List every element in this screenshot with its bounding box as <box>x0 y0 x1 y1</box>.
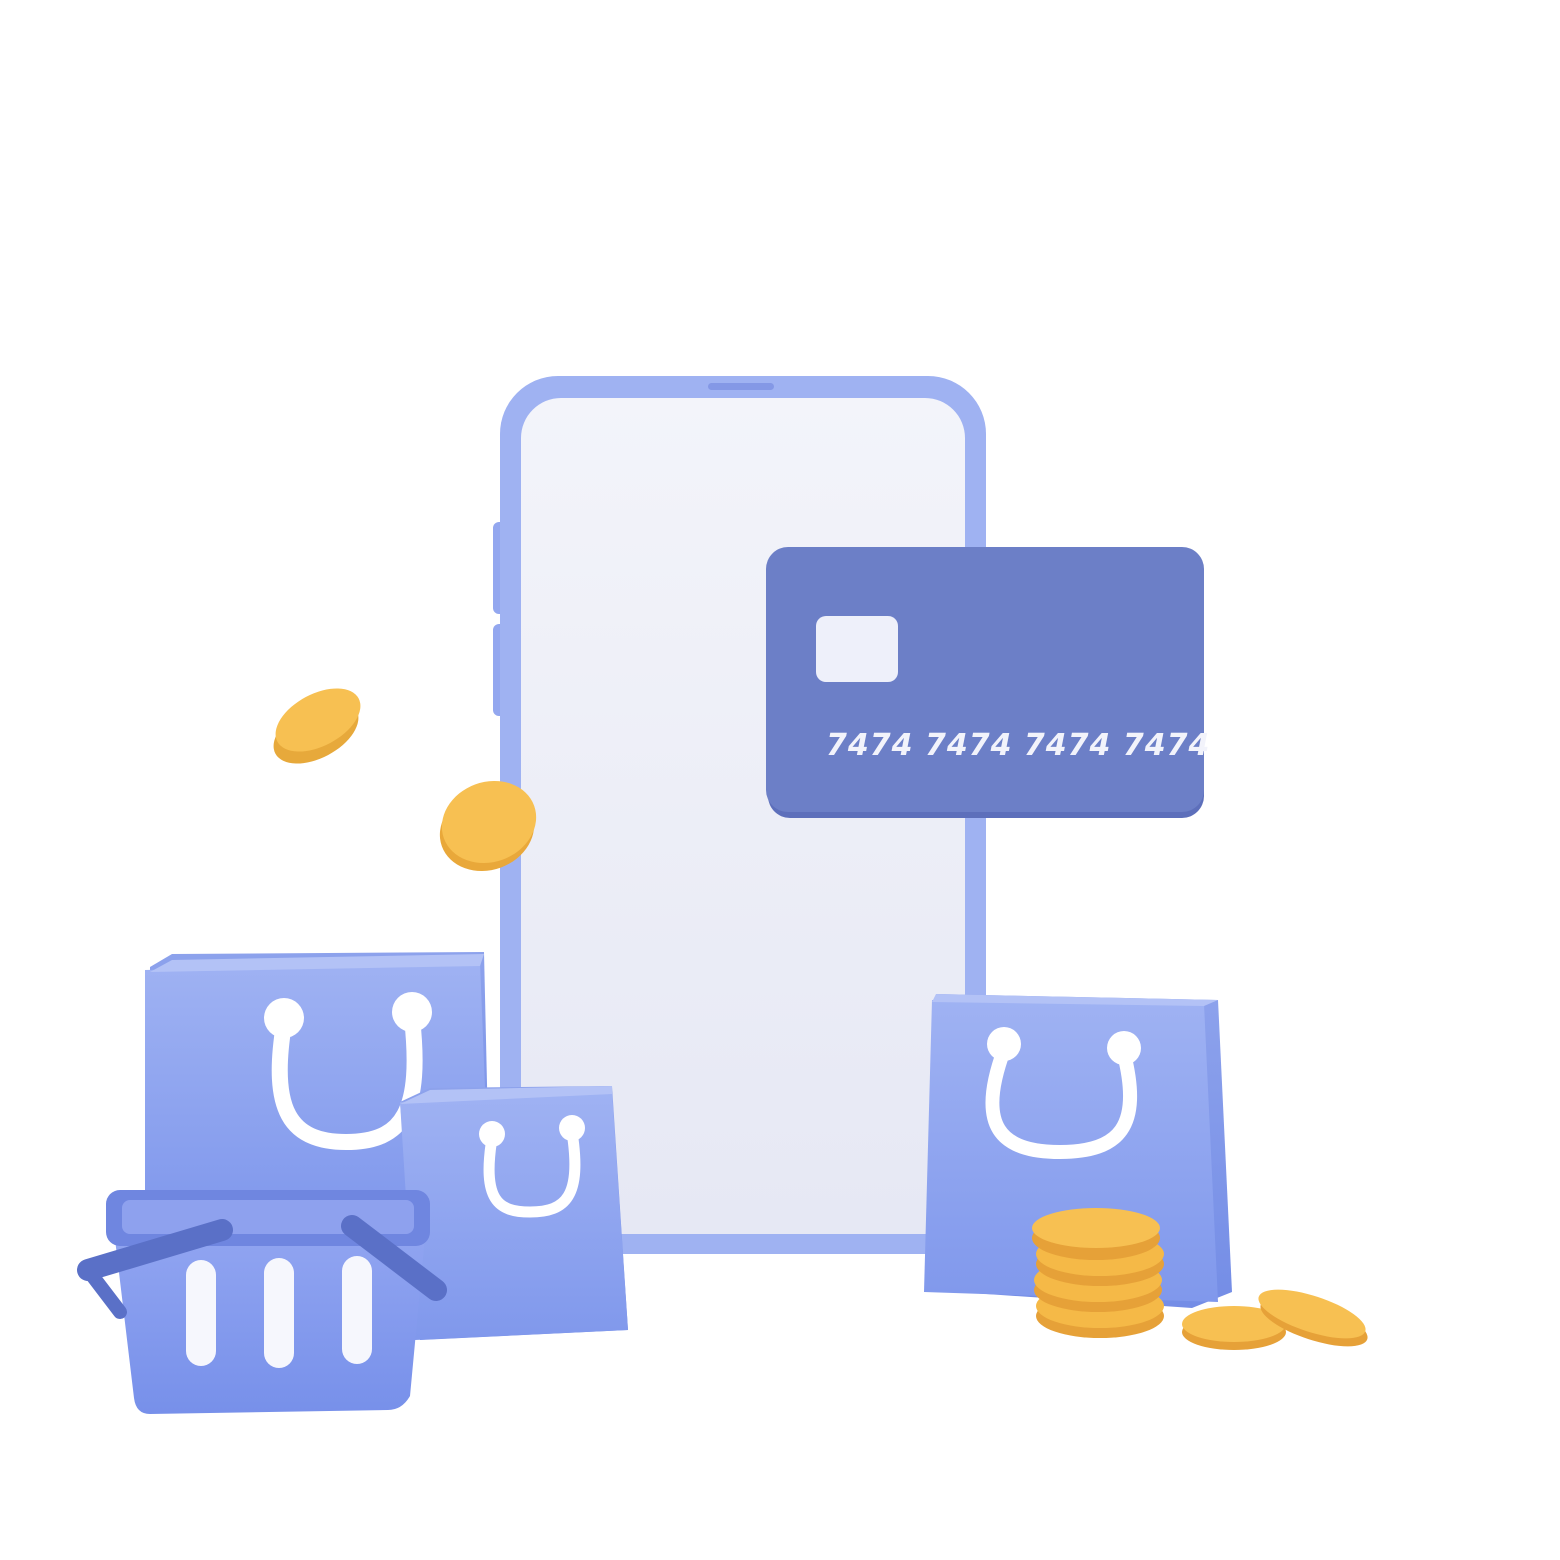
shopping-basket <box>77 1190 447 1414</box>
basket-slot <box>186 1260 216 1366</box>
shopping-bag-small <box>400 1086 628 1340</box>
basket-slot <box>342 1256 372 1364</box>
coin-stack <box>1032 1208 1164 1338</box>
card-number: 7474 7474 7474 7474 <box>826 728 1211 763</box>
coin-loose-2 <box>1258 1289 1368 1347</box>
basket-slot <box>264 1258 294 1368</box>
phone-speaker <box>708 383 774 390</box>
coin-floating-1 <box>273 688 361 764</box>
credit-card <box>766 547 1204 818</box>
card-chip <box>816 616 898 682</box>
illustration-canvas <box>77 376 1368 1414</box>
shopping-illustration: 7474 7474 7474 7474 <box>0 0 1560 1560</box>
